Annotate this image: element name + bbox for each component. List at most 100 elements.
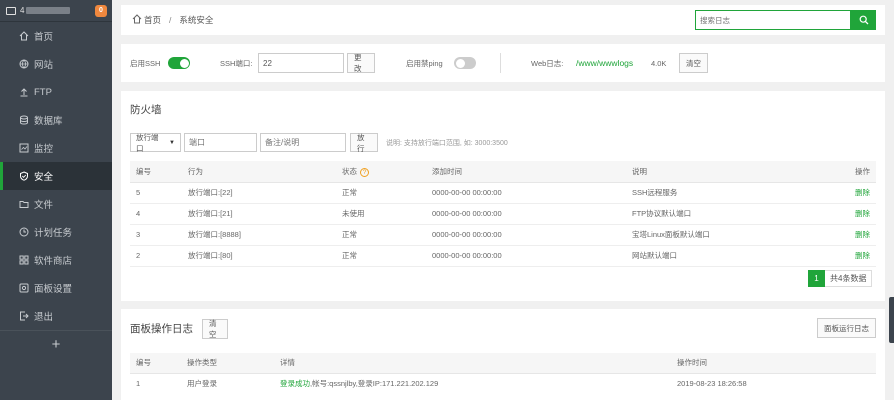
side-float-tab[interactable] xyxy=(889,297,894,343)
col-status: 状态? xyxy=(342,161,432,183)
port-input[interactable] xyxy=(184,133,257,152)
sidebar: 4 0 首页 网站 FTP 数据库 监控 安全 文件 计划任务 软件商店 面板设… xyxy=(0,0,112,400)
cell-action: 放行端口:[22] xyxy=(188,182,342,204)
col-id: 编号 xyxy=(130,353,187,374)
sidebar-item-website[interactable]: 网站 xyxy=(0,50,112,78)
col-type: 操作类型 xyxy=(187,353,280,374)
breadcrumb-current: 系统安全 xyxy=(179,15,214,25)
delete-link[interactable]: 删除 xyxy=(855,251,870,260)
log-search xyxy=(695,10,876,30)
delete-link[interactable]: 删除 xyxy=(855,188,870,197)
settings-icon xyxy=(18,283,29,294)
table-header: 编号 操作类型 详情 操作时间 xyxy=(130,353,876,374)
notification-badge[interactable]: 0 xyxy=(95,4,107,17)
ping-toggle-label: 启用禁ping xyxy=(406,58,443,68)
table-row: 4 放行端口:[21] 未使用 0000-00-00 00:00:00 FTP协… xyxy=(130,203,876,225)
ping-toggle-wrap xyxy=(454,44,476,82)
add-server-button[interactable]: + xyxy=(0,330,112,358)
sidebar-item-settings[interactable]: 面板设置 xyxy=(0,274,112,302)
sidebar-item-label: 计划任务 xyxy=(34,228,73,239)
col-detail: 详情 xyxy=(280,353,677,374)
breadcrumb-separator: / xyxy=(169,15,172,25)
caret-down-icon: ▼ xyxy=(169,139,175,146)
sidebar-item-label: 文件 xyxy=(34,200,54,211)
search-button[interactable] xyxy=(851,10,876,30)
ssh-port-wrap xyxy=(258,44,344,82)
change-port-button[interactable]: 更改 xyxy=(347,53,375,73)
page-button-current[interactable]: 1 xyxy=(808,270,825,287)
panel-run-log-button[interactable]: 面板运行日志 xyxy=(817,318,876,338)
help-icon[interactable]: ? xyxy=(360,167,369,177)
delete-link[interactable]: 删除 xyxy=(855,209,870,218)
ssh-toggle[interactable] xyxy=(168,57,190,69)
firewall-panel: 防火墙 放行端口 ▼ 放行 说明: 支持放行端口范围, 如: 3000:3500… xyxy=(121,91,885,301)
upload-icon xyxy=(18,87,29,98)
table-row: 2 放行端口:[80] 正常 0000-00-00 00:00:00 网站默认端… xyxy=(130,245,876,267)
ping-toggle[interactable] xyxy=(454,57,476,69)
cell-op: 删除 xyxy=(846,224,876,246)
sidebar-menu: 首页 网站 FTP 数据库 监控 安全 文件 计划任务 软件商店 面板设置 退出 xyxy=(0,22,112,330)
firewall-table: 编号 行为 状态? 添加时间 说明 操作 5 放行端口:[22] 正常 0000… xyxy=(130,161,876,267)
sidebar-item-label: 软件商店 xyxy=(34,256,73,267)
monitor-icon xyxy=(6,6,16,15)
ssh-toggle-label: 启用SSH xyxy=(130,58,161,68)
rule-type-select[interactable]: 放行端口 ▼ xyxy=(130,133,181,153)
ssh-port-input[interactable] xyxy=(258,53,344,73)
cell-time: 0000-00-00 00:00:00 xyxy=(432,203,632,225)
logout-icon xyxy=(18,311,29,322)
cell-desc: SSH远程服务 xyxy=(632,182,846,204)
cell-desc: FTP协议默认端口 xyxy=(632,203,846,225)
col-action: 行为 xyxy=(188,161,342,183)
cell-time: 0000-00-00 00:00:00 xyxy=(432,182,632,204)
change-port-wrap: 更改 xyxy=(347,44,375,82)
folder-icon xyxy=(18,199,29,210)
clear-operation-log-button[interactable]: 清空 xyxy=(202,319,228,339)
sidebar-item-cron[interactable]: 计划任务 xyxy=(0,218,112,246)
search-input[interactable] xyxy=(695,10,851,30)
table-row: 3 放行端口:[8888] 正常 0000-00-00 00:00:00 宝塔L… xyxy=(130,224,876,246)
divider-wrap xyxy=(500,44,501,82)
cell-id: 4 xyxy=(130,203,188,225)
cell-status: 未使用 xyxy=(342,203,432,225)
sidebar-item-database[interactable]: 数据库 xyxy=(0,106,112,134)
cell-id: 2 xyxy=(130,245,188,267)
sidebar-item-label: 首页 xyxy=(34,32,54,43)
sidebar-item-monitor[interactable]: 监控 xyxy=(0,134,112,162)
sidebar-item-files[interactable]: 文件 xyxy=(0,190,112,218)
sidebar-item-label: 监控 xyxy=(34,144,54,155)
note-input[interactable] xyxy=(260,133,346,152)
cell-type: 用户登录 xyxy=(187,378,217,388)
clear-web-log-button[interactable]: 清空 xyxy=(679,53,708,73)
ssh-toggle-wrap xyxy=(168,44,190,82)
top-bar: 首页 / 系统安全 xyxy=(121,5,885,35)
cell-op: 删除 xyxy=(846,245,876,267)
host-name-masked xyxy=(26,7,71,14)
cell-op: 删除 xyxy=(846,203,876,225)
ssh-port-label: SSH端口: xyxy=(220,58,253,68)
search-icon xyxy=(859,15,868,25)
cell-op: 删除 xyxy=(846,182,876,204)
total-count: 共4条数据 xyxy=(825,270,873,287)
sidebar-item-label: 数据库 xyxy=(34,116,63,127)
web-log-size: 4.0K xyxy=(651,58,667,68)
col-time: 操作时间 xyxy=(677,353,876,374)
sidebar-item-store[interactable]: 软件商店 xyxy=(0,246,112,274)
table-row: 5 放行端口:[22] 正常 0000-00-00 00:00:00 SSH远程… xyxy=(130,182,876,204)
grid-icon xyxy=(18,255,29,266)
host-name: 4 xyxy=(20,6,25,15)
col-status-label: 状态 xyxy=(342,166,357,176)
sidebar-item-ftp[interactable]: FTP xyxy=(0,78,112,106)
sidebar-item-home[interactable]: 首页 xyxy=(0,22,112,50)
home-icon[interactable] xyxy=(132,14,144,26)
web-log-path[interactable]: /www/wwwlogs xyxy=(576,44,633,82)
sidebar-item-security[interactable]: 安全 xyxy=(0,162,112,190)
operation-log-table: 编号 操作类型 详情 操作时间 1 用户登录 登录成功,帐号:qssnjlby,… xyxy=(130,353,876,393)
allow-port-button[interactable]: 放行 xyxy=(350,133,378,153)
clock-icon xyxy=(18,227,29,238)
breadcrumb-home[interactable]: 首页 xyxy=(144,14,161,26)
delete-link[interactable]: 删除 xyxy=(855,230,870,239)
detail-success: 登录成功 xyxy=(280,378,310,388)
sidebar-item-label: 网站 xyxy=(34,60,54,71)
sidebar-item-logout[interactable]: 退出 xyxy=(0,302,112,330)
database-icon xyxy=(18,115,29,126)
